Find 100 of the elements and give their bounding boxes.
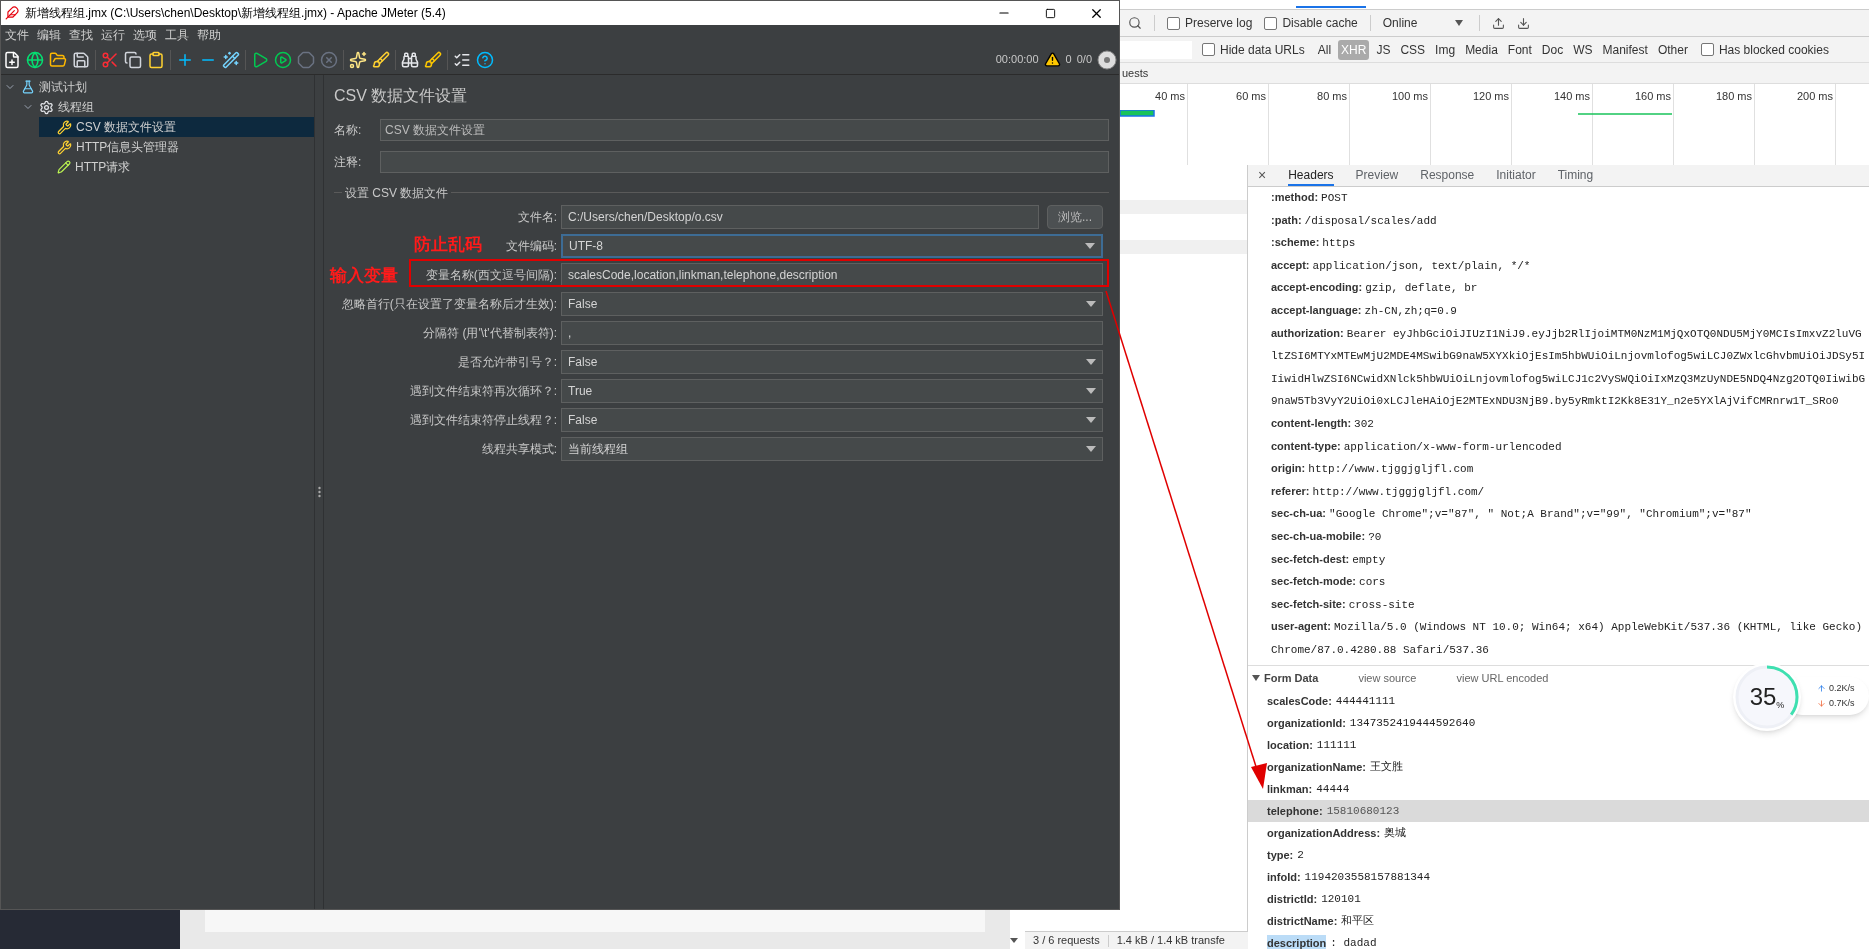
form-field-row: telephone: 15810680123 [1248,800,1869,823]
panel-title: CSV 数据文件设置 [334,86,469,106]
download-icon[interactable] [1517,16,1531,30]
new-file-icon[interactable] [3,50,21,69]
menu-item[interactable]: 文件 [1,26,33,44]
copy-icon[interactable] [124,50,142,69]
view-link[interactable]: view source [1358,670,1417,687]
dropdown[interactable]: 当前线程组 [561,437,1103,461]
field-label: 线程共享模式: [481,441,557,458]
name-field[interactable]: CSV 数据文件设置 [380,119,1109,141]
menu-item[interactable]: 帮助 [193,26,225,44]
menu-item[interactable]: 编辑 [33,26,65,44]
view-link[interactable]: view URL encoded [1456,670,1549,687]
tree-row[interactable]: 线程组 [21,97,314,117]
transfer-size: 1.4 kB / 1.4 kB transfe [1116,933,1225,949]
dropdown[interactable]: False [561,408,1103,432]
close-button[interactable]: × [1258,165,1267,186]
tree-row[interactable]: CSV 数据文件设置 [39,117,314,137]
field-label: 是否允许带引号？: [457,354,557,371]
search-icon[interactable] [1128,16,1142,30]
field-label: 文件编码: [505,238,557,255]
checkbox[interactable] [1167,16,1180,30]
detail-tab[interactable]: Response [1420,165,1475,186]
type-filter[interactable]: Img [1432,39,1459,60]
detail-tab[interactable]: Initiator [1496,165,1536,186]
type-filter[interactable]: Media [1462,39,1501,60]
tree-row[interactable]: HTTP请求 [39,157,314,177]
request-count: 3 / 6 requests [1033,933,1100,949]
save-icon[interactable] [72,50,90,69]
type-filter[interactable]: Doc [1538,39,1567,60]
form-data-heading[interactable]: Form Data [1252,670,1319,687]
menu-item[interactable]: 工具 [161,26,193,44]
tree-row[interactable]: 测试计划 [3,77,314,97]
type-filter[interactable]: CSS [1397,39,1429,60]
wrench-icon [57,119,72,135]
menu-item[interactable]: 选项 [129,26,161,44]
header-line: :method: POST [1271,190,1349,206]
scroll-down-icon[interactable] [1010,938,1018,943]
brush-icon[interactable] [424,50,442,69]
header-line: sec-fetch-mode: cors [1271,574,1387,591]
detail-tab[interactable]: Headers [1288,165,1334,186]
active-tab-indicator [1296,6,1366,8]
dropdown[interactable]: False [561,350,1103,374]
browse-button[interactable]: 浏览... [1047,205,1103,229]
detail-tab[interactable]: Preview [1355,165,1399,186]
cut-icon[interactable] [101,50,119,69]
field-label: 忽略首行(只在设置了变量名称后才生效): [341,296,557,313]
status-circle-icon [1097,49,1117,70]
tree-row[interactable]: HTTP信息头管理器 [39,137,314,157]
checkbox[interactable] [1202,43,1215,56]
comment-field[interactable] [380,151,1109,173]
input-field[interactable]: scalesCode,location,linkman,telephone,description [561,263,1103,287]
help-icon[interactable] [476,50,494,69]
wand-icon[interactable] [222,50,240,69]
type-filter[interactable]: Manifest [1599,39,1651,60]
paste-icon[interactable] [147,50,165,69]
detail-tab[interactable]: Timing [1557,165,1594,186]
form-field-row-text: scalesCode: 444441111 [1266,694,1397,710]
upload-icon[interactable] [1492,16,1506,30]
time-tick: 80 ms [1317,89,1347,104]
header-line: referer: http://www.tjggjgljfl.com/ [1271,483,1486,500]
arrow-up-icon [1817,683,1826,693]
form-field-row-text: type: 2 [1266,848,1305,864]
menu-item[interactable]: 查找 [65,26,97,44]
play-circle-icon[interactable] [274,50,292,69]
menu-item[interactable]: 运行 [97,26,129,44]
checkbox[interactable] [1264,16,1278,30]
type-filter[interactable]: WS [1570,39,1596,60]
form-field-row-text: description : dadad [1266,934,1378,949]
warning-icon[interactable] [1043,51,1061,68]
filter-field[interactable] [1120,40,1192,59]
annotation-note: 输入变量 [330,265,398,287]
splitter-grip-icon[interactable] [317,486,321,498]
caret-icon [1086,388,1096,394]
type-filter[interactable]: JS [1373,39,1394,60]
folder-icon[interactable] [49,50,67,69]
checkbox[interactable] [1700,43,1714,56]
header-line: sec-fetch-dest: empty [1271,551,1387,568]
header-line: user-agent: Mozilla/5.0 (Windows NT 10.0; Win64; x64) AppleWebKit/537.36 (KHTML, like Gecko) Chrome/87.0.4280.88 Safari/537.36 [1271,619,1864,658]
dropdown[interactable]: False [561,292,1103,316]
globe-icon[interactable] [26,50,44,69]
field-label: 遇到文件结束符再次循环？: [409,383,557,400]
type-filter[interactable]: Font [1504,39,1535,60]
time-tick: 200 ms [1796,89,1833,104]
time-tick: 120 ms [1472,89,1509,104]
time-tick: 40 ms [1155,89,1185,104]
field-label: 注释: [334,154,363,171]
type-filter[interactable]: Other [1654,39,1691,60]
binoculars-icon[interactable] [401,50,419,69]
header-line: authorization: Bearer eyJhbGciOiJIUzI1NiJ9.eyJjb2RlIjoiMTM0NzM1MjQxOTQ0NDU5MjY0MCIsImxvZ2luVGltZSI6MTYxMTEwMjU2MDE4MSwibG9naW5XYXkiOjEsIm5hbWUiOiLnjovmlofog5wiLCJ0ZWxlcGhvbmUiOiJDSy5IIiwidHlwZSI6NCwidXNlck5hbWUiOiLnjovmlofog5wiLCJ1c2VySWQiOiIxMzQ3MzUyNDE5NDQ4Nzg2OTQ0IiwibG9naW5Tb3VyY2UiOi0xLCJleHAiOjE2MTExNDU3NjB9.by5yRmktI2Kk8E31Y_n2e5YXlAjVifCMRnrw1T_SRo0 [1271,325,1867,410]
file-path-field[interactable]: C:/Users/chen/Desktop/o.csv [561,205,1039,229]
input-field[interactable]: , [561,321,1103,345]
time-tick: 140 ms [1553,89,1590,104]
form-field-row-text: organizationId: 1347352419444592640 [1266,716,1477,732]
dropdown[interactable]: True [561,379,1103,403]
throttle-select[interactable]: Online [1382,14,1468,32]
type-filter[interactable]: All [1314,39,1335,60]
dropdown[interactable]: UTF-8 [561,234,1103,258]
play-icon[interactable] [251,50,269,69]
caret-icon [1086,417,1096,423]
